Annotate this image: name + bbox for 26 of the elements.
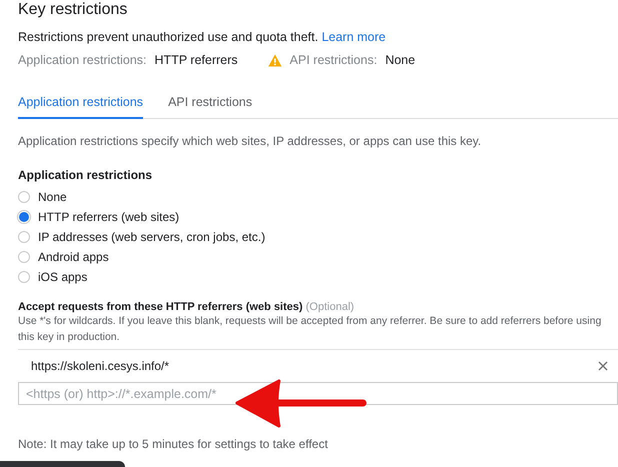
summary-value: HTTP referrers: [154, 53, 238, 67]
note-text: Note: It may take up to 5 minutes for settings to take effect: [18, 437, 329, 451]
radio-label: IP addresses (web servers, cron jobs, etc.): [38, 230, 266, 244]
description-text: Restrictions prevent unauthorized use and quota theft. Learn more: [18, 30, 387, 44]
learn-more-link[interactable]: Learn more: [322, 30, 386, 44]
section-title: Key restrictions: [18, 0, 128, 19]
tab[interactable]: Application restrictions: [18, 92, 144, 119]
intro-text: Application restrictions specify which web sites, IP addresses, or apps can use this key.: [18, 134, 482, 148]
radio-label: None: [38, 190, 67, 204]
close-icon[interactable]: [598, 361, 608, 371]
radio-label: iOS apps: [38, 270, 88, 284]
summary-value: None: [385, 53, 416, 67]
radio-label: HTTP referrers (web sites): [38, 210, 180, 224]
referrer-text: https://skoleni.cesys.info/*: [31, 359, 170, 373]
summary-label: Application restrictions:: [18, 53, 147, 67]
tab[interactable]: API restrictions: [168, 92, 252, 119]
help-text: Use *'s for wildcards. If you leave this blank, requests will be accepted from any referrer. Be sure to add referrers before using this key in production.: [18, 314, 602, 345]
radio-button[interactable]: [18, 191, 30, 203]
radio-group-heading: Application restrictions: [18, 168, 154, 182]
radio-button[interactable]: [18, 231, 30, 243]
field-label: Accept requests from these HTTP referrers (web sites) (Optional): [18, 301, 356, 313]
referrer-input-field[interactable]: <https (or) http>://*.example.com/*: [18, 382, 618, 405]
summary-label: API restrictions:: [290, 53, 378, 67]
radio-button[interactable]: [18, 271, 30, 283]
radio-label: Android apps: [38, 250, 109, 264]
radio-button[interactable]: [18, 251, 30, 263]
